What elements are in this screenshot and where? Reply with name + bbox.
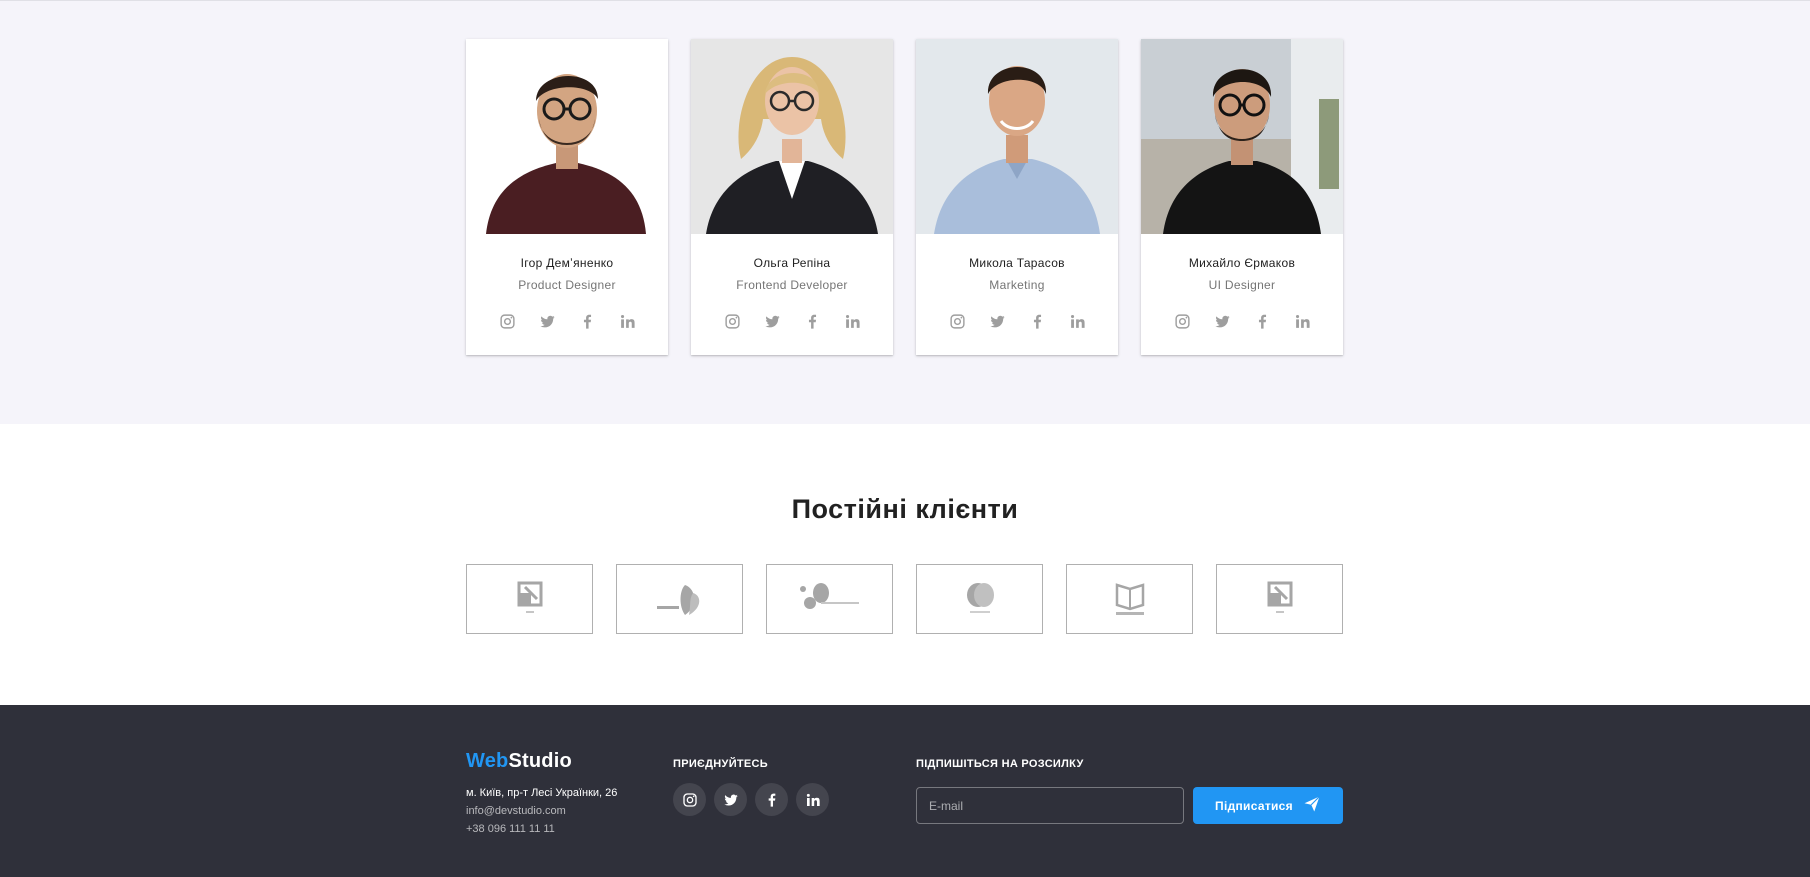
team-section: Ігор Демʼяненко Product Designer Ольга Р… — [0, 0, 1810, 424]
subscribe-email-input[interactable] — [916, 787, 1184, 824]
linkedin-icon[interactable] — [1292, 311, 1312, 331]
team-photo — [466, 39, 668, 234]
client-logo-company[interactable] — [1066, 564, 1193, 634]
subscribe-button[interactable]: Підписатися — [1193, 787, 1343, 824]
twitter-icon[interactable] — [987, 311, 1007, 331]
footer-phone-link[interactable]: +38 096 111 11 11 — [466, 823, 555, 835]
twitter-icon[interactable] — [537, 311, 557, 331]
subscribe-title: ПІДПИШІТЬСЯ НА РОЗСИЛКУ — [916, 758, 1084, 770]
team-list: Ігор Демʼяненко Product Designer Ольга Р… — [466, 39, 1343, 355]
facebook-icon[interactable] — [1252, 311, 1272, 331]
member-social-links — [691, 311, 893, 331]
linkedin-icon[interactable] — [617, 311, 637, 331]
facebook-icon[interactable] — [802, 311, 822, 331]
client-logo-maw[interactable] — [466, 564, 593, 634]
member-social-links — [916, 311, 1118, 331]
footer-email-link[interactable]: info@devstudio.com — [466, 805, 566, 817]
client-logo-circles[interactable] — [916, 564, 1043, 634]
member-role: UI Designer — [1208, 278, 1276, 292]
footer-logo[interactable]: WebStudio — [466, 750, 572, 773]
join-title: ПРИЄДНУЙТЕСЬ — [673, 758, 769, 770]
clients-title: Постійні клієнти — [791, 494, 1019, 524]
footer-social-links — [673, 783, 829, 816]
logo-studio-part: Studio — [508, 750, 572, 772]
facebook-icon[interactable] — [1027, 311, 1047, 331]
clients-list — [466, 564, 1343, 634]
linkedin-icon[interactable] — [796, 783, 829, 816]
twitter-icon[interactable] — [714, 783, 747, 816]
member-role: Marketing — [989, 278, 1045, 292]
client-logo-brand[interactable] — [616, 564, 743, 634]
twitter-icon[interactable] — [762, 311, 782, 331]
client-logo-blob[interactable] — [766, 564, 893, 634]
linkedin-icon[interactable] — [1067, 311, 1087, 331]
member-social-links — [1141, 311, 1343, 331]
linkedin-icon[interactable] — [842, 311, 862, 331]
instagram-icon[interactable] — [722, 311, 742, 331]
footer-address: м. Київ, пр-т Лесі Українки, 26 — [466, 787, 618, 799]
team-card: Ігор Демʼяненко Product Designer — [466, 39, 668, 355]
team-card: Михайло Єрмаков UI Designer — [1141, 39, 1343, 355]
member-name: Ольга Репіна — [753, 256, 831, 270]
team-photo — [1141, 39, 1343, 234]
member-role: Frontend Developer — [736, 278, 848, 292]
instagram-icon[interactable] — [673, 783, 706, 816]
facebook-icon[interactable] — [755, 783, 788, 816]
instagram-icon[interactable] — [947, 311, 967, 331]
instagram-icon[interactable] — [497, 311, 517, 331]
team-photo — [916, 39, 1118, 234]
member-name: Михайло Єрмаков — [1188, 256, 1296, 270]
client-logo-maw[interactable] — [1216, 564, 1343, 634]
member-name: Микола Тарасов — [969, 256, 1065, 270]
team-photo — [691, 39, 893, 234]
team-card: Ольга Репіна Frontend Developer — [691, 39, 893, 355]
footer: WebStudio м. Київ, пр-т Лесі Українки, 2… — [0, 705, 1810, 877]
subscribe-button-label: Підписатися — [1215, 798, 1293, 813]
twitter-icon[interactable] — [1212, 311, 1232, 331]
facebook-icon[interactable] — [577, 311, 597, 331]
member-name: Ігор Демʼяненко — [520, 256, 614, 270]
member-role: Product Designer — [518, 278, 616, 292]
instagram-icon[interactable] — [1172, 311, 1192, 331]
team-card: Микола Тарасов Marketing — [916, 39, 1118, 355]
logo-web-part: Web — [466, 750, 509, 772]
member-social-links — [466, 311, 668, 331]
send-icon — [1303, 795, 1321, 816]
